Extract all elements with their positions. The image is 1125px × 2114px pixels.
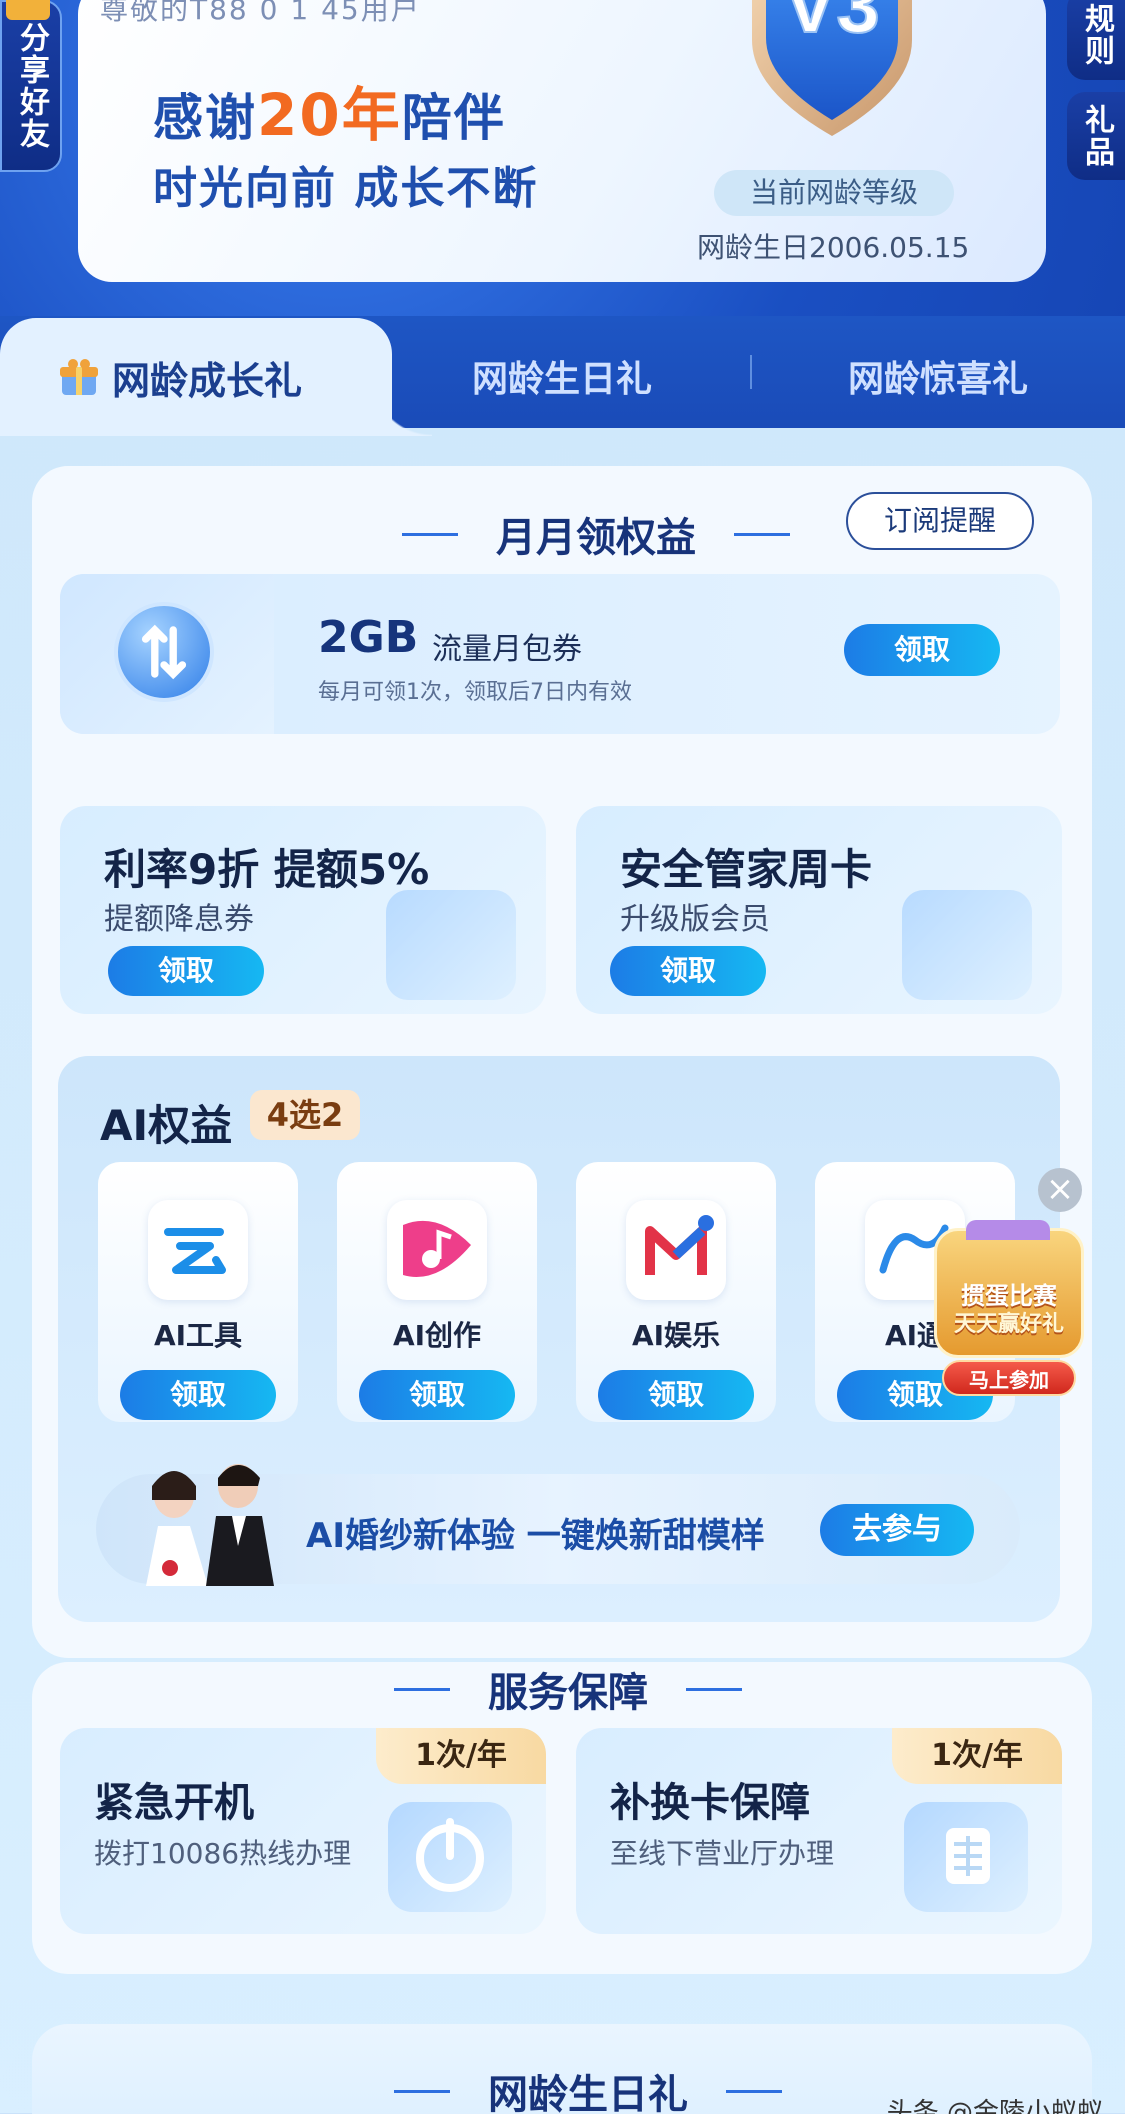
watermark: 头条 @金陵小蚁蚁 [886, 2098, 1103, 2114]
security-card: 安全管家周卡 升级版会员 领取 [576, 806, 1062, 1014]
gift-icon [6, 0, 50, 20]
subscribe-reminder-button[interactable]: 订阅提醒 [846, 492, 1034, 550]
data-transfer-icon [114, 602, 214, 702]
coin-icon [386, 890, 516, 1000]
ad-join-button[interactable]: 马上参加 [942, 1360, 1076, 1396]
claim-data-button[interactable]: 领取 [844, 624, 1000, 676]
claim-security-button[interactable]: 领取 [610, 946, 766, 996]
hero-thanks: 感谢20年陪伴 [153, 81, 506, 149]
data-coupon-title: 流量月包券 [432, 632, 582, 667]
level-label: 当前网龄等级 [714, 170, 954, 216]
share-friends-button[interactable]: 分享好友 [0, 0, 62, 172]
emergency-boot-card[interactable]: 1次/年 紧急开机 拨打10086热线办理 [60, 1728, 546, 1934]
data-icon-box [60, 574, 274, 734]
level-badge-icon: V3 [752, 0, 912, 136]
data-coupon-card: 2GB 流量月包券 每月可领1次，领取后7日内有效 领取 [60, 574, 1060, 734]
tab-birthday-gift[interactable]: 网龄生日礼 [472, 350, 652, 402]
sim-replace-title: 补换卡保障 [610, 1780, 810, 1826]
rules-button[interactable]: 规则 [1067, 0, 1125, 80]
sim-replace-card[interactable]: 1次/年 补换卡保障 至线下营业厅办理 [576, 1728, 1062, 1934]
claim-ai-create-button[interactable]: 领取 [359, 1370, 515, 1420]
video-m-icon [626, 1200, 726, 1300]
frequency-badge: 1次/年 [376, 1728, 546, 1784]
security-card-sub: 升级版会员 [620, 902, 770, 937]
loan-coupon-sub: 提额降息券 [104, 902, 254, 937]
svg-text:V3: V3 [784, 0, 879, 49]
hero-years-highlight: 20年 [257, 81, 402, 149]
ai-benefits-title: AI权益 [100, 1101, 233, 1150]
ai-create-card[interactable]: AI创作 领取 [337, 1162, 537, 1422]
ad-subtitle: 天天赢好礼 [953, 1312, 1064, 1337]
network-birthday: 网龄生日2006.05.15 [697, 231, 970, 264]
frequency-badge: 1次/年 [892, 1728, 1062, 1784]
data-coupon-desc: 每月可领1次，领取后7日内有效 [318, 680, 632, 705]
shield-icon [902, 890, 1032, 1000]
ai-entertainment-card[interactable]: AI娱乐 领取 [576, 1162, 776, 1422]
emergency-boot-sub: 拨打10086热线办理 [94, 1837, 352, 1870]
chest-lid [966, 1220, 1050, 1240]
loan-coupon-card: 利率9折 提额5% 提额降息券 领取 [60, 806, 546, 1014]
tab-separator [750, 355, 752, 389]
tab-surprise-gift[interactable]: 网龄惊喜礼 [848, 350, 1028, 402]
gift-box-icon [60, 359, 98, 395]
birthday-gift-title: 网龄生日礼 [356, 2062, 820, 2114]
ai-create-label: AI创作 [392, 1319, 482, 1352]
emergency-boot-title: 紧急开机 [94, 1780, 254, 1826]
power-icon [388, 1802, 512, 1912]
close-ad-icon[interactable]: × [1038, 1168, 1082, 1212]
service-title: 服务保障 [356, 1660, 780, 1718]
ai-entertainment-label: AI娱乐 [631, 1319, 721, 1352]
claim-ai-tool-button[interactable]: 领取 [120, 1370, 276, 1420]
join-wedding-button[interactable]: 去参与 [820, 1504, 974, 1556]
ai-wedding-text: AI婚纱新体验 一键焕新甜模样 [306, 1516, 765, 1556]
tab-growth-gift[interactable]: 网龄成长礼 [0, 318, 432, 436]
claim-ai-entertainment-button[interactable]: 领取 [598, 1370, 754, 1420]
hero-greeting: 尊敬的T88 0 1 45用户 [100, 0, 421, 26]
gifts-button[interactable]: 礼品 [1067, 92, 1125, 180]
sim-replace-sub: 至线下营业厅办理 [610, 1837, 835, 1870]
claim-loan-coupon-button[interactable]: 领取 [108, 946, 264, 996]
ai-tool-card[interactable]: AI工具 领取 [98, 1162, 298, 1422]
monthly-benefits-title: 月月领权益 [364, 505, 828, 563]
cloud-icon [148, 1200, 248, 1300]
pick-two-badge: 4选2 [250, 1090, 360, 1140]
data-amount: 2GB [318, 612, 419, 663]
ai-tool-label: AI工具 [153, 1319, 243, 1352]
security-card-title: 安全管家周卡 [620, 845, 873, 894]
hero-motto: 时光向前 成长不断 [153, 163, 539, 214]
floating-ad[interactable]: 掼蛋比赛 天天赢好礼 马上参加 [920, 1220, 1098, 1400]
wedding-couple-image [146, 1464, 274, 1586]
music-note-icon [387, 1200, 487, 1300]
loan-coupon-title: 利率9折 提额5% [104, 845, 430, 894]
sim-card-icon [904, 1802, 1028, 1912]
